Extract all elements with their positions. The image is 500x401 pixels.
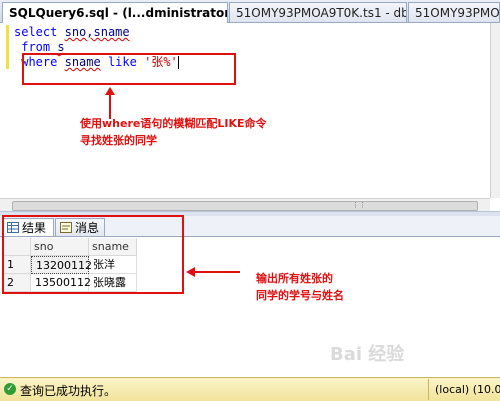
highlight-box-results (2, 215, 184, 294)
tab-sqlquery6[interactable]: SQLQuery6.sql - (l...dministrator (52))*… (2, 2, 228, 23)
tab-label: 51OMY93PMOA9T0K (415, 6, 500, 20)
status-bar: ✓ 查询已成功执行。 (local) (10.0 R (0, 377, 500, 401)
document-tab-bar: SQLQuery6.sql - (l...dministrator (52))*… (0, 0, 500, 23)
annotation-line: 使用where语句的模糊匹配LIKE命令 (80, 117, 267, 130)
annotation-line: 寻找姓张的同学 (80, 134, 157, 147)
keyword: from (21, 40, 51, 54)
change-marker (6, 25, 9, 69)
keyword: select (14, 25, 58, 39)
horizontal-scrollbar[interactable]: ⋮⋮ (0, 198, 490, 211)
scroll-thumb[interactable] (12, 201, 478, 211)
watermark: Bai 经验 (330, 344, 405, 365)
status-message: 查询已成功执行。 (20, 384, 117, 398)
arrow-left-icon (186, 267, 240, 277)
server-info: (local) (10.0 R (428, 379, 500, 400)
annotation-results: 输出所有姓张的 同学的学号与姓名 (256, 270, 344, 304)
highlight-box-where (22, 53, 236, 85)
query-editor[interactable]: select sno,sname from s where sname like… (0, 23, 490, 198)
identifier: s (57, 40, 65, 54)
annotation-line: 同学的学号与姓名 (256, 289, 344, 302)
identifier: sno,sname (64, 25, 130, 39)
tab-label: SQLQuery6.sql - (l...dministrator (52))* (9, 6, 228, 20)
tab-label: 51OMY93PMOA9T0K.ts1 - dbo.s (236, 6, 407, 20)
annotation-line: 输出所有姓张的 (256, 272, 333, 285)
annotation-query: 使用where语句的模糊匹配LIKE命令 寻找姓张的同学 (80, 115, 266, 149)
tab-table-design[interactable]: 51OMY93PMOA9T0K.ts1 - dbo.s (229, 2, 407, 22)
grip-icon: ⋮⋮ (352, 201, 366, 209)
vertical-scrollbar[interactable] (490, 23, 500, 198)
success-icon: ✓ (4, 383, 16, 395)
code-line-1[interactable]: select sno,sname (14, 25, 130, 40)
tab-server[interactable]: 51OMY93PMOA9T0K (408, 2, 500, 22)
